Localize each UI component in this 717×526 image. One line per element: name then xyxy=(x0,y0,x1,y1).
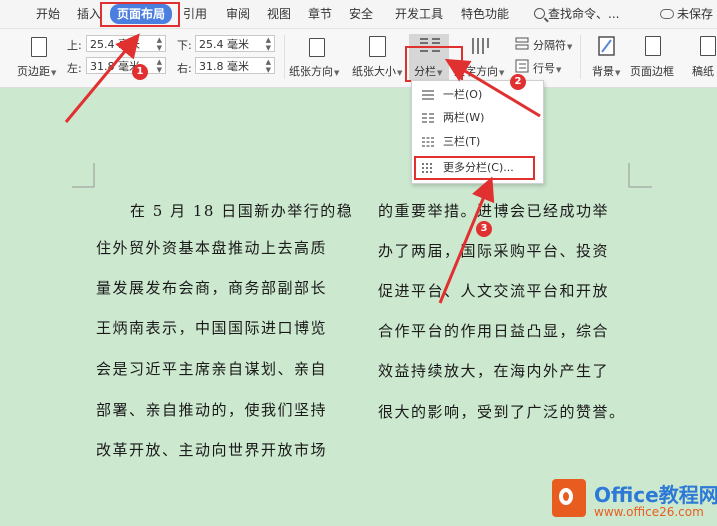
logo-url-text: www.office26.com xyxy=(594,505,704,519)
logo-main-text: Office教程网 xyxy=(594,483,717,507)
step-badge-2: 2 xyxy=(510,74,526,90)
step-badge-3: 3 xyxy=(476,221,492,237)
annotation-arrows xyxy=(64,33,541,304)
office-logo-icon xyxy=(552,479,586,517)
office-logo: Office教程网 www.office26.com xyxy=(552,477,717,523)
step-badge-1: 1 xyxy=(132,64,148,80)
